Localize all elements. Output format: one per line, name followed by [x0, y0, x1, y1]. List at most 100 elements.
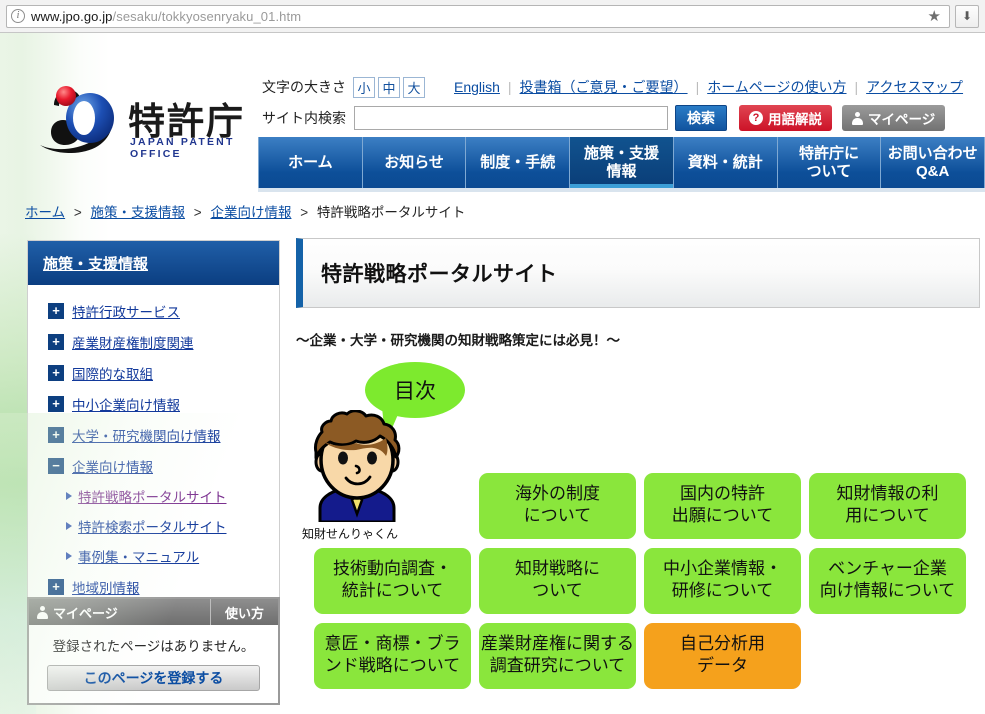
- sidebar-subitem-label[interactable]: 特許戦略ポータルサイト: [78, 486, 227, 506]
- plus-icon[interactable]: +: [48, 395, 64, 412]
- question-mark-icon: ?: [749, 111, 763, 125]
- minus-icon[interactable]: −: [48, 457, 64, 474]
- plus-icon[interactable]: +: [48, 426, 64, 443]
- breadcrumb-item-corporate-info[interactable]: 企業向け情報: [210, 205, 291, 220]
- tile-domestic-patent-application[interactable]: 国内の特許 出願について: [644, 473, 801, 539]
- tile-overseas-systems[interactable]: 海外の制度 について: [479, 473, 636, 539]
- url-text: www.jpo.go.jp/sesaku/tokkyosenryaku_01.h…: [31, 9, 301, 24]
- tile-line1: 技術動向調査・: [333, 559, 452, 580]
- sidebar-item-label[interactable]: 企業向け情報: [72, 456, 153, 476]
- sidebar-item-label[interactable]: 地域別情報: [72, 577, 140, 597]
- nav-item-home[interactable]: ホーム: [258, 137, 363, 188]
- tile-sme-info-training[interactable]: 中小企業情報・ 研修について: [644, 548, 801, 614]
- page-info-icon[interactable]: i: [11, 9, 25, 23]
- sidebar-item-sme-info[interactable]: + 中小企業向け情報: [28, 388, 279, 419]
- tile-ip-information-use[interactable]: 知財情報の利 用について: [809, 473, 966, 539]
- sidebar-item-label[interactable]: 大学・研究機関向け情報: [72, 425, 221, 445]
- tile-venture-company-info[interactable]: ベンチャー企業 向け情報について: [809, 548, 966, 614]
- glossary-button[interactable]: ? 用語解説: [739, 105, 832, 131]
- sidebar-item-ip-system-related[interactable]: + 産業財産権制度関連: [28, 326, 279, 357]
- bookmark-star-icon[interactable]: ★: [924, 7, 945, 25]
- breadcrumb: ホーム > 施策・支援情報 > 企業向け情報 > 特許戦略ポータルサイト: [25, 201, 465, 221]
- mypage-panel-header: マイページ 使い方: [29, 599, 278, 625]
- tile-line1: 自己分析用: [680, 634, 765, 655]
- nav-item-policy-support-line2: 情報: [606, 162, 637, 180]
- breadcrumb-separator: >: [300, 205, 309, 220]
- text-size-small-button[interactable]: 小: [353, 76, 375, 98]
- nav-item-system-procedures[interactable]: 制度・手続: [466, 137, 571, 188]
- tile-line2: について: [523, 506, 592, 526]
- site-search-label: サイト内検索: [262, 110, 346, 126]
- menu-tiles: 海外の制度 について 国内の特許 出願について 知財情報の利 用について 技術動…: [314, 473, 980, 698]
- nav-item-about-jpo[interactable]: 特許庁に ついて: [777, 137, 882, 188]
- tile-self-analysis-data[interactable]: 自己分析用 データ: [644, 623, 801, 689]
- mypage-header-button[interactable]: マイページ: [842, 105, 946, 131]
- howto-use-link[interactable]: ホームページの使い方: [707, 77, 846, 97]
- tile-line2: 用について: [845, 506, 930, 526]
- sidebar-title-label: 施策・支援情報: [43, 255, 149, 273]
- mypage-header-button-label: マイページ: [868, 112, 936, 127]
- sidebar-item-patent-admin-service[interactable]: + 特許行政サービス: [28, 295, 279, 326]
- plus-icon[interactable]: +: [48, 302, 64, 319]
- mypage-howto-link[interactable]: 使い方: [210, 599, 278, 625]
- plus-icon[interactable]: +: [48, 333, 64, 350]
- header-tools: 文字の大きさ 小 中 大 English | 投書箱（ご意見・ご要望） | ホー…: [262, 75, 985, 131]
- nav-item-contact-qa-line2: Q&A: [915, 162, 950, 180]
- page-title-box: 特許戦略ポータルサイト: [296, 238, 980, 308]
- person-icon: [37, 605, 48, 619]
- sidebar-item-label[interactable]: 中小企業向け情報: [72, 394, 180, 414]
- text-size-medium-button[interactable]: 中: [378, 76, 400, 98]
- text-size-large-button[interactable]: 大: [403, 76, 425, 98]
- tile-ip-strategy[interactable]: 知財戦略に ついて: [479, 548, 636, 614]
- sidebar-subitem-label[interactable]: 事例集・マニュアル: [78, 546, 199, 566]
- breadcrumb-item-current: 特許戦略ポータルサイト: [316, 205, 466, 220]
- triangle-right-icon: [66, 492, 72, 500]
- url-bar[interactable]: i www.jpo.go.jp/sesaku/tokkyosenryaku_01…: [6, 4, 950, 28]
- access-map-link[interactable]: アクセスマップ: [866, 77, 963, 97]
- tile-technology-trends-statistics[interactable]: 技術動向調査・ 統計について: [314, 548, 471, 614]
- person-icon: [852, 111, 863, 125]
- plus-icon[interactable]: +: [48, 578, 64, 595]
- tile-design-trademark-brand-strategy[interactable]: 意匠・商標・ブラ ンド戦略について: [314, 623, 471, 689]
- sidebar-item-international[interactable]: + 国際的な取組: [28, 357, 279, 388]
- breadcrumb-item-home[interactable]: ホーム: [25, 205, 65, 220]
- register-page-button[interactable]: このページを登録する: [47, 665, 260, 691]
- sidebar-item-label[interactable]: 産業財産権制度関連: [72, 332, 194, 352]
- tile-line2: 統計について: [341, 581, 444, 601]
- speech-bubble-text: 目次: [394, 379, 436, 403]
- sidebar-subitem-casebook-manual[interactable]: 事例集・マニュアル: [28, 541, 279, 571]
- sidebar-title[interactable]: 施策・支援情報: [28, 241, 279, 285]
- tile-line2: 調査研究について: [489, 656, 626, 676]
- tile-row-3: 意匠・商標・ブラ ンド戦略について 産業財産権に関する 調査研究について 自己分…: [314, 623, 980, 689]
- site-header: 特許庁 JAPAN PATENT OFFICE 文字の大きさ 小 中 大 Eng…: [0, 33, 985, 192]
- english-link[interactable]: English: [454, 79, 500, 95]
- sidebar-box: 施策・支援情報 + 特許行政サービス + 産業財産権制度関連 + 国際的な取組 …: [27, 240, 280, 617]
- nav-item-policy-support-line1: 施策・支援: [584, 144, 660, 162]
- sidebar-item-label[interactable]: 国際的な取組: [72, 363, 153, 383]
- sidebar-item-corporate-info[interactable]: − 企業向け情報: [28, 450, 279, 481]
- plus-icon[interactable]: +: [48, 364, 64, 381]
- sidebar-item-university-research[interactable]: + 大学・研究機関向け情報: [28, 419, 279, 450]
- nav-item-contact-qa[interactable]: お問い合わせ Q&A: [881, 137, 985, 188]
- nav-item-news[interactable]: お知らせ: [362, 137, 467, 188]
- tile-spacer: [314, 473, 471, 539]
- sidebar-item-label[interactable]: 特許行政サービス: [72, 301, 180, 321]
- suggestion-box-link[interactable]: 投書箱（ご意見・ご要望）: [520, 77, 688, 97]
- divider: |: [695, 79, 700, 95]
- tile-row-2: 技術動向調査・ 統計について 知財戦略に ついて 中小企業情報・ 研修について: [314, 548, 980, 614]
- sidebar-subitem-patent-strategy-portal[interactable]: 特許戦略ポータルサイト: [28, 481, 279, 511]
- breadcrumb-separator: >: [73, 205, 82, 220]
- sidebar-subitem-label[interactable]: 特許検索ポータルサイト: [78, 516, 227, 536]
- search-button[interactable]: 検索: [675, 105, 727, 131]
- nav-item-documents-statistics[interactable]: 資料・統計: [673, 137, 778, 188]
- jpo-logo[interactable]: 特許庁 JAPAN PATENT OFFICE: [32, 85, 252, 160]
- downloads-icon[interactable]: ⬇: [955, 4, 979, 28]
- lead-text: ～企業・大学・研究機関の知財戦略策定には必見！～: [296, 333, 620, 348]
- breadcrumb-item-policy-support[interactable]: 施策・支援情報: [91, 205, 186, 220]
- nav-item-contact-qa-line1: お問い合わせ: [887, 144, 978, 162]
- nav-item-policy-support[interactable]: 施策・支援 情報: [570, 137, 674, 188]
- site-search-input[interactable]: [354, 106, 668, 130]
- sidebar-subitem-patent-search-portal[interactable]: 特許検索ポータルサイト: [28, 511, 279, 541]
- tile-ip-research-studies[interactable]: 産業財産権に関する 調査研究について: [479, 623, 636, 689]
- tile-line1: 意匠・商標・ブラ: [324, 634, 461, 655]
